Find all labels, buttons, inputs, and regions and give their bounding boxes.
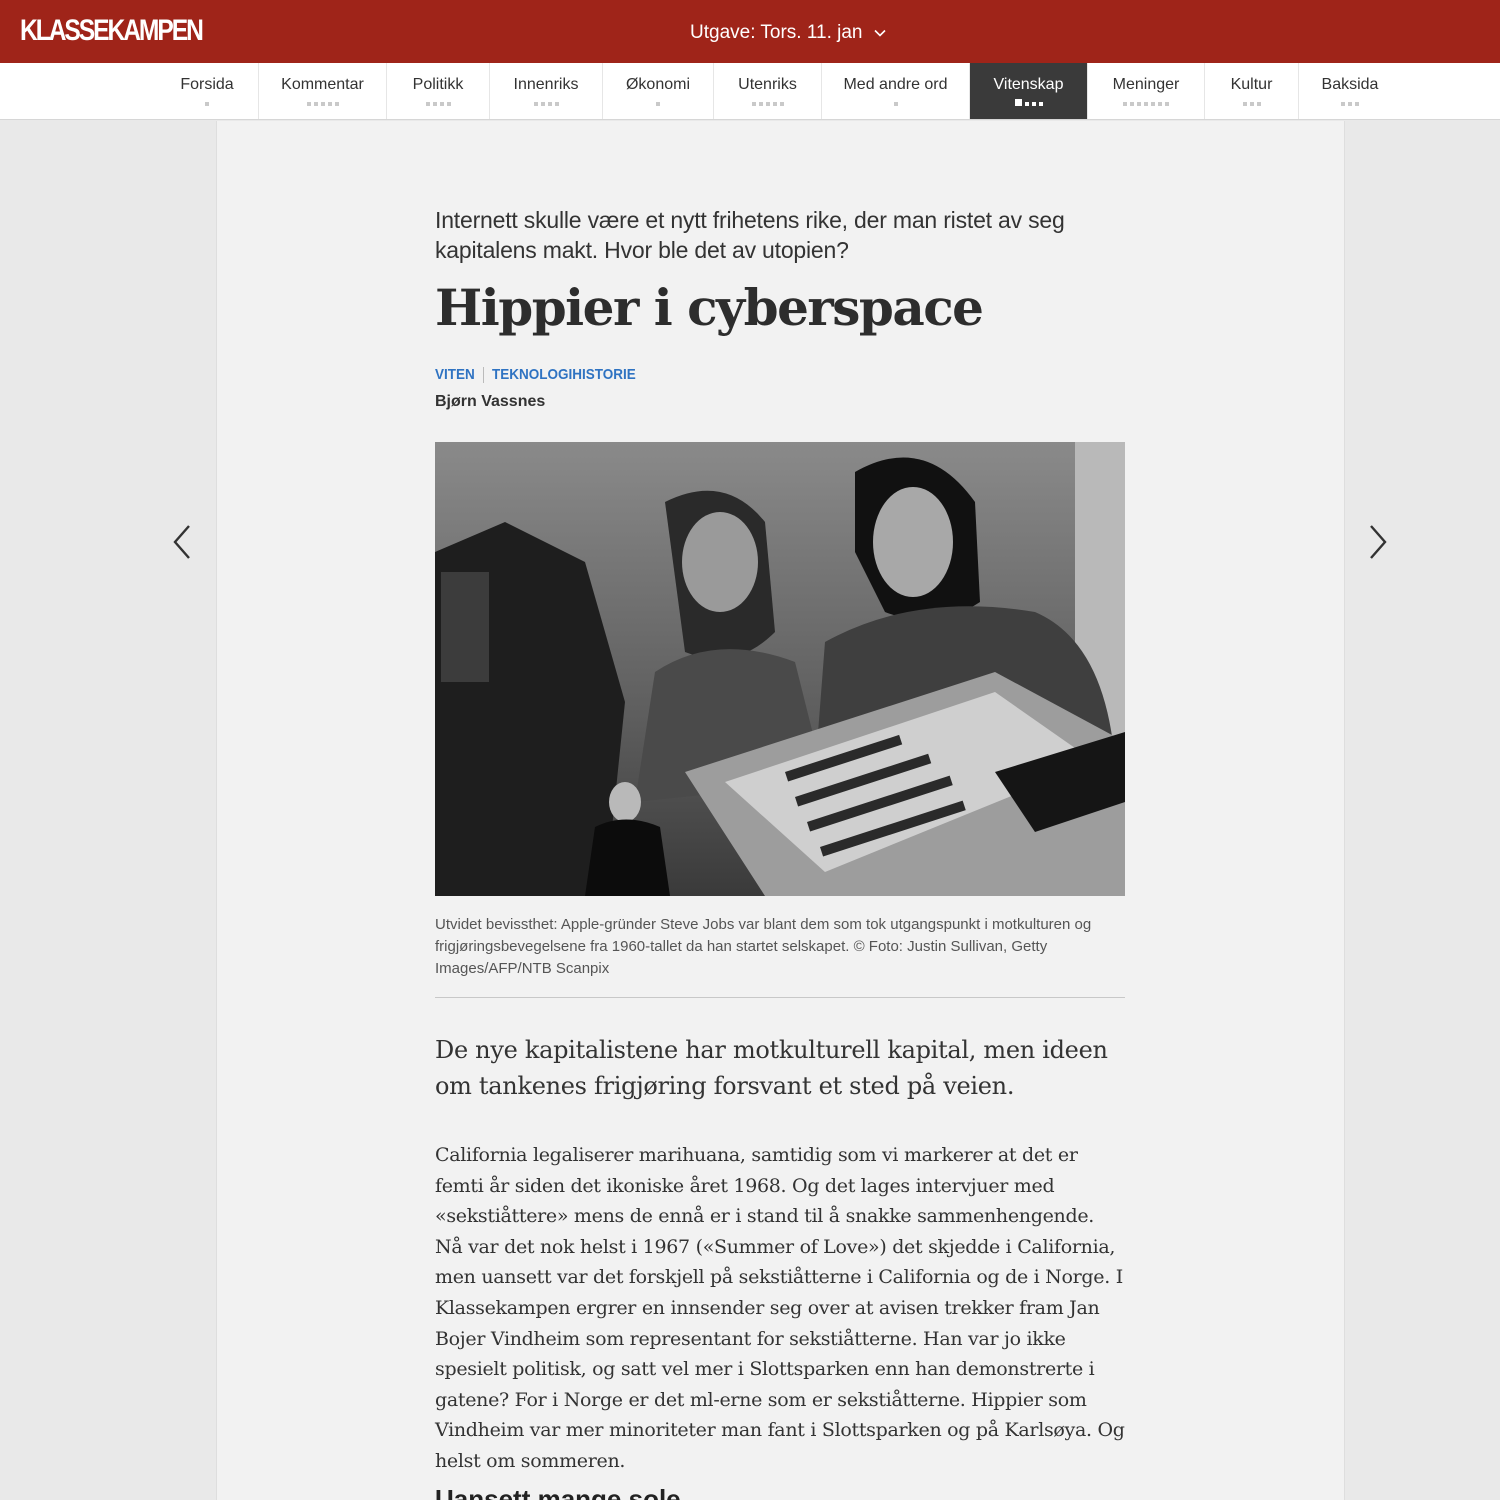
page-dot <box>1158 102 1162 106</box>
article-body: California legaliserer marihuana, samtid… <box>435 1144 1125 1472</box>
nav-item-politikk[interactable]: Politikk <box>387 63 490 119</box>
article-subheading: Uansett mange sole <box>435 1484 681 1500</box>
page-dot <box>758 102 763 106</box>
chevron-right-icon <box>1370 525 1387 559</box>
chevron-down-icon <box>873 29 886 37</box>
nav-item-innenriks[interactable]: Innenriks <box>490 63 603 119</box>
page-dot <box>1130 102 1134 106</box>
page-dot <box>1031 102 1036 106</box>
section-nav: Forsida Kommentar Politikk Innenriks Økonomi… <box>0 63 1500 120</box>
nav-item-baksida[interactable]: Baksida <box>1299 63 1401 119</box>
page-dot <box>1242 102 1247 106</box>
page-dot <box>1038 102 1043 106</box>
page-dot <box>751 102 756 106</box>
page-dot <box>1137 102 1141 106</box>
nav-item-label: Med andre ord <box>843 76 948 93</box>
page-dot <box>656 102 660 106</box>
page-dot <box>1355 102 1359 106</box>
page-dot <box>334 102 339 106</box>
nav-item-label: Kultur <box>1230 76 1273 93</box>
article-kicker: Internett skulle være et nytt frihetens … <box>435 207 1065 263</box>
page-dot <box>432 102 437 106</box>
article-title: Hippier i cyberspace <box>435 278 984 337</box>
page-dot <box>1024 102 1029 106</box>
page-indicator-dots <box>970 99 1087 106</box>
page-dot <box>320 102 325 106</box>
nav-item-label: Baksida <box>1321 76 1379 93</box>
article-tags: VITEN TEKNOLOGIHISTORIE <box>435 366 652 384</box>
tag-viten[interactable]: VITEN <box>435 366 475 384</box>
page-dot <box>1249 102 1254 106</box>
nav-item-label: Innenriks <box>513 76 579 93</box>
nav-item-label: Vitenskap <box>993 76 1064 93</box>
page-dot <box>893 102 898 106</box>
tag-separator <box>483 367 485 383</box>
article-ingress: De nye kapitalistene har motkulturell ka… <box>435 1036 1108 1100</box>
site-logo[interactable]: KLASSEKAMPEN <box>20 14 204 48</box>
previous-page-button[interactable] <box>167 522 197 562</box>
article-photo <box>435 442 1125 896</box>
nav-item-label: Økonomi <box>625 76 691 93</box>
page-dot <box>439 102 444 106</box>
page-dot <box>540 102 545 106</box>
edition-selector[interactable]: Utgave: Tors. 11. jan <box>690 20 887 46</box>
page-dot <box>205 102 209 106</box>
page-dot <box>765 102 770 106</box>
nav-item-label: Utenriks <box>738 76 797 93</box>
page-dot <box>446 102 451 106</box>
page-dot <box>327 102 332 106</box>
caption-divider <box>435 997 1125 998</box>
page-dot <box>1165 102 1169 106</box>
page-dot <box>1256 102 1261 106</box>
photo-steve-jobs-apple-i-icon <box>435 442 1125 896</box>
nav-item-label: Meninger <box>1112 76 1180 93</box>
page-indicator-dots <box>822 102 969 106</box>
page-indicator-dots <box>156 102 258 106</box>
chevron-left-icon <box>173 525 190 559</box>
nav-item-kommentar[interactable]: Kommentar <box>259 63 387 119</box>
page-dot <box>1341 102 1345 106</box>
page-dot <box>772 102 777 106</box>
page-indicator-dots <box>387 102 489 106</box>
page-indicator-dots <box>1088 102 1204 106</box>
page-indicator-dots <box>714 102 821 106</box>
next-page-button[interactable] <box>1363 522 1393 562</box>
nav-item-forsida[interactable]: Forsida <box>156 63 259 119</box>
page-indicator-dots <box>259 102 386 106</box>
page-dot <box>1144 102 1148 106</box>
page-dot <box>779 102 784 106</box>
page-indicator-dots <box>490 102 602 106</box>
page-dot <box>1348 102 1352 106</box>
photo-caption: Utvidet bevissthet: Apple-gründer Steve … <box>435 916 1092 977</box>
page-dot <box>554 102 559 106</box>
page-dot <box>1014 99 1022 106</box>
nav-item-med-andre-ord[interactable]: Med andre ord <box>822 63 970 119</box>
top-bar: KLASSEKAMPEN Utgave: Tors. 11. jan <box>0 0 1500 63</box>
nav-item-kultur[interactable]: Kultur <box>1205 63 1299 119</box>
page-indicator-dots <box>1205 102 1298 106</box>
nav-item-label: Forsida <box>180 76 234 93</box>
nav-item-meninger[interactable]: Meninger <box>1088 63 1205 119</box>
page-dot <box>425 102 430 106</box>
page-dot <box>547 102 552 106</box>
nav-item-label: Politikk <box>412 76 464 93</box>
nav-item-utenriks[interactable]: Utenriks <box>714 63 822 119</box>
page-indicator-dots <box>1299 102 1401 106</box>
nav-item-label: Kommentar <box>281 76 364 93</box>
edition-label: Utgave: Tors. 11. jan <box>690 22 863 43</box>
page-dot <box>533 102 538 106</box>
tag-teknologihistorie[interactable]: TEKNOLOGIHISTORIE <box>492 366 636 384</box>
page-dot <box>1151 102 1155 106</box>
page-indicator-dots <box>603 102 713 106</box>
page-dot <box>306 102 311 106</box>
article-author: Bjørn Vassnes <box>435 393 546 410</box>
nav-item-økonomi[interactable]: Økonomi <box>603 63 714 119</box>
page-dot <box>1123 102 1127 106</box>
nav-item-vitenskap[interactable]: Vitenskap <box>970 63 1088 119</box>
page-dot <box>313 102 318 106</box>
